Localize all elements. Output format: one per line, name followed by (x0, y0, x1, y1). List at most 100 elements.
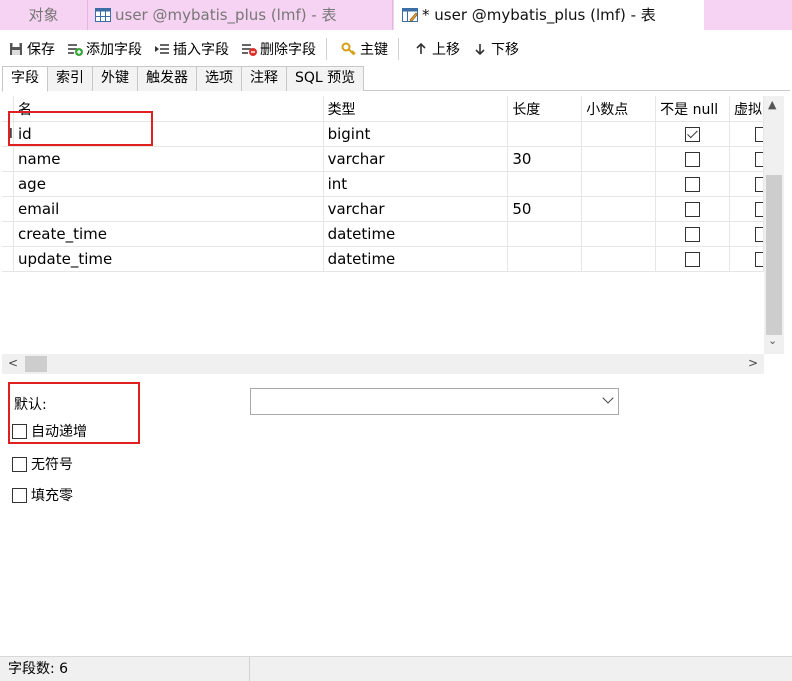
save-button[interactable]: 保存 (4, 37, 59, 61)
field-name-cell[interactable]: age (13, 172, 324, 197)
horizontal-scrollbar[interactable]: < > (2, 354, 764, 374)
tab-indexes[interactable]: 索引 (47, 66, 93, 91)
checkbox-box[interactable] (12, 487, 27, 503)
table-row[interactable]: email varchar 50 (2, 197, 764, 222)
tab-triggers[interactable]: 触发器 (137, 66, 197, 91)
table-row[interactable]: update_time datetime (2, 247, 764, 272)
not-null-checkbox[interactable] (685, 177, 701, 192)
column-header-type[interactable]: 类型 (323, 96, 509, 122)
not-null-checkbox[interactable] (685, 227, 701, 242)
zerofill-checkbox[interactable]: 填充零 (12, 485, 73, 505)
virtual-cell[interactable] (730, 147, 764, 172)
column-header-not-null[interactable]: 不是 null (656, 96, 731, 122)
status-bar: 字段数: 6 (0, 656, 792, 681)
tab-objects[interactable]: 对象 (0, 0, 88, 30)
virtual-checkbox[interactable] (755, 152, 764, 167)
field-name-cell[interactable]: update_time (13, 247, 324, 272)
add-field-button[interactable]: 添加字段 (63, 37, 146, 61)
tab-foreign-keys[interactable]: 外键 (92, 66, 138, 91)
virtual-cell[interactable] (730, 122, 764, 147)
checkbox-box[interactable] (12, 456, 27, 472)
tab-user-table[interactable]: user @mybatis_plus (lmf) - 表 (89, 0, 393, 30)
vertical-scrollbar[interactable]: ▲ ⌄ (764, 96, 784, 354)
move-down-button[interactable]: 下移 (468, 37, 523, 61)
insert-field-button[interactable]: 插入字段 (150, 37, 233, 61)
not-null-cell[interactable] (656, 122, 731, 147)
not-null-checkbox[interactable] (685, 152, 701, 167)
table-row[interactable]: create_time datetime (2, 222, 764, 247)
vertical-scroll-thumb[interactable] (766, 175, 782, 335)
field-decimal-cell[interactable] (582, 197, 657, 222)
column-header-virtual[interactable]: 虚拟 (730, 96, 764, 122)
row-marker (2, 222, 14, 247)
column-header-decimal[interactable]: 小数点 (582, 96, 657, 122)
tab-fields[interactable]: 字段 (2, 66, 48, 92)
field-decimal-cell[interactable] (582, 222, 657, 247)
virtual-cell[interactable] (730, 172, 764, 197)
virtual-checkbox[interactable] (755, 127, 764, 142)
field-length-cell[interactable]: 30 (508, 147, 583, 172)
not-null-cell[interactable] (656, 197, 731, 222)
field-type-cell[interactable]: varchar (323, 197, 509, 222)
tab-user-table-design[interactable]: * user @mybatis_plus (lmf) - 表 (394, 0, 704, 30)
field-name-cell[interactable]: create_time (13, 222, 324, 247)
move-down-label: 下移 (491, 42, 519, 58)
save-label: 保存 (27, 42, 55, 58)
scroll-left-icon[interactable]: < (8, 356, 18, 370)
not-null-cell[interactable] (656, 172, 731, 197)
field-length-cell[interactable] (508, 122, 583, 147)
field-name-cell[interactable]: name (13, 147, 324, 172)
virtual-cell[interactable] (730, 247, 764, 272)
tab-user-table-design-label: * user @mybatis_plus (lmf) - 表 (422, 6, 656, 24)
virtual-cell[interactable] (730, 222, 764, 247)
virtual-cell[interactable] (730, 197, 764, 222)
primary-key-button[interactable]: 主键 (337, 37, 392, 61)
field-decimal-cell[interactable] (582, 147, 657, 172)
scroll-down-icon[interactable]: ⌄ (768, 334, 777, 347)
tab-comment[interactable]: 注释 (241, 66, 287, 91)
table-row[interactable]: age int (2, 172, 764, 197)
primary-key-label: 主键 (360, 42, 388, 58)
field-type-cell[interactable]: int (323, 172, 509, 197)
virtual-checkbox[interactable] (755, 177, 764, 192)
row-marker (2, 247, 14, 272)
field-type-cell[interactable]: bigint (323, 122, 509, 147)
field-decimal-cell[interactable] (582, 122, 657, 147)
virtual-checkbox[interactable] (755, 227, 764, 242)
not-null-checkbox[interactable] (685, 252, 701, 267)
virtual-checkbox[interactable] (755, 202, 764, 217)
horizontal-scroll-thumb[interactable] (25, 356, 47, 372)
not-null-cell[interactable] (656, 222, 731, 247)
toolbar-separator (398, 38, 399, 60)
tab-user-table-label: user @mybatis_plus (lmf) - 表 (115, 6, 337, 24)
virtual-checkbox[interactable] (755, 252, 764, 267)
not-null-cell[interactable] (656, 247, 731, 272)
field-length-cell[interactable] (508, 172, 583, 197)
table-row[interactable]: name varchar 30 (2, 147, 764, 172)
scroll-right-icon[interactable]: > (748, 356, 758, 370)
not-null-checkbox[interactable] (685, 202, 701, 217)
field-name-cell[interactable]: email (13, 197, 324, 222)
field-length-cell[interactable]: 50 (508, 197, 583, 222)
field-decimal-cell[interactable] (582, 172, 657, 197)
design-tabs: 字段 索引 外键 触发器 选项 注释 SQL 预览 (2, 66, 790, 92)
field-length-cell[interactable] (508, 222, 583, 247)
field-type-cell[interactable]: datetime (323, 222, 509, 247)
insert-field-icon (155, 44, 169, 54)
column-header-length[interactable]: 长度 (508, 96, 583, 122)
field-type-cell[interactable]: datetime (323, 247, 509, 272)
not-null-checkbox[interactable] (685, 127, 701, 142)
delete-field-button[interactable]: 删除字段 (237, 37, 320, 61)
key-icon (341, 42, 356, 56)
not-null-cell[interactable] (656, 147, 731, 172)
field-type-cell[interactable]: varchar (323, 147, 509, 172)
default-value-select[interactable] (250, 388, 619, 415)
tab-options[interactable]: 选项 (196, 66, 242, 91)
tab-sql-preview[interactable]: SQL 预览 (286, 66, 365, 91)
move-up-button[interactable]: 上移 (409, 37, 464, 61)
field-length-cell[interactable] (508, 247, 583, 272)
field-decimal-cell[interactable] (582, 247, 657, 272)
scroll-up-icon[interactable]: ▲ (768, 98, 776, 111)
row-marker (2, 172, 14, 197)
unsigned-checkbox[interactable]: 无符号 (12, 454, 73, 474)
